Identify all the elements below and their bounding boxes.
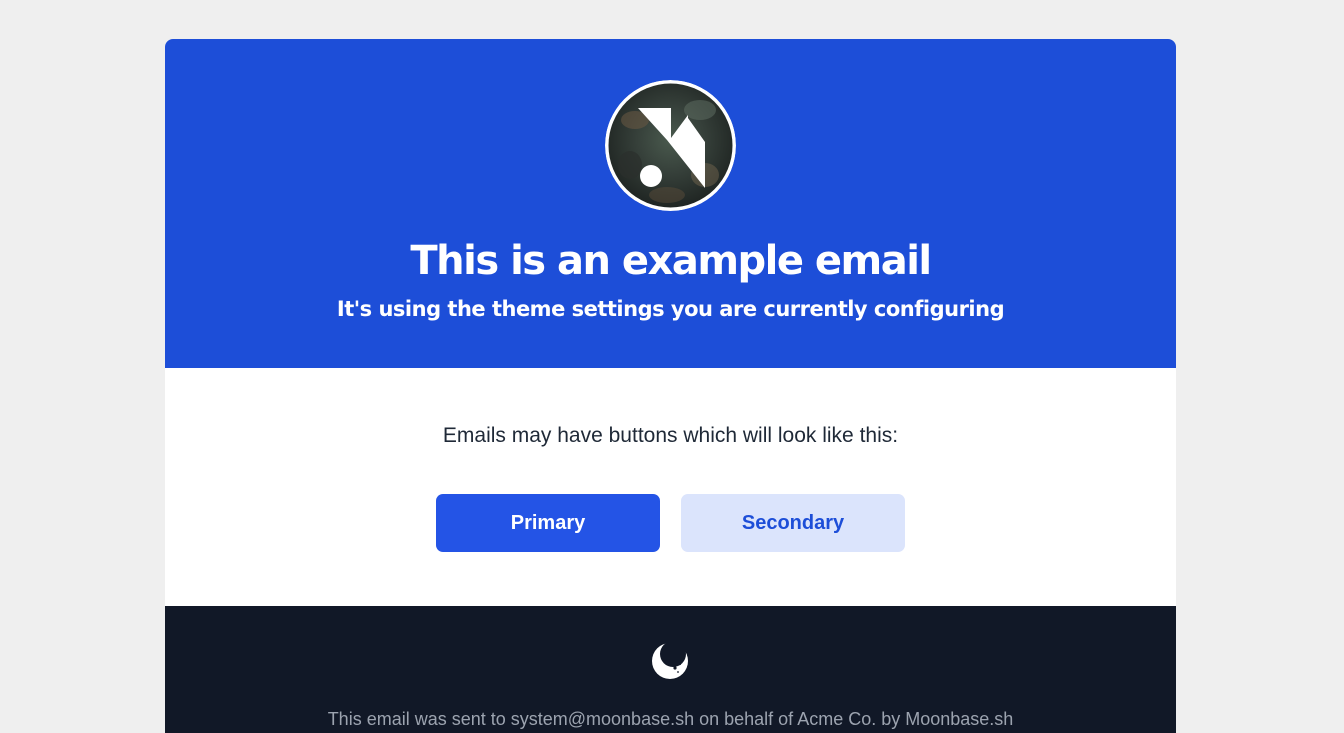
intro-text: Emails may have buttons which will look …: [442, 424, 899, 447]
moon-icon: [651, 642, 689, 680]
email-preview: This is an example email It's using the …: [165, 39, 1176, 733]
primary-button[interactable]: Primary: [436, 494, 660, 552]
footer-text: This email was sent to system@moonbase.s…: [327, 709, 1014, 729]
email-title: This is an example email: [410, 238, 932, 284]
secondary-button[interactable]: Secondary: [681, 494, 905, 552]
email-subtitle: It's using the theme settings you are cu…: [336, 297, 1005, 321]
email-header: This is an example email It's using the …: [165, 39, 1176, 368]
email-footer: This email was sent to system@moonbase.s…: [165, 606, 1176, 733]
email-body: Emails may have buttons which will look …: [165, 368, 1176, 606]
brand-logo-icon: [605, 80, 736, 211]
